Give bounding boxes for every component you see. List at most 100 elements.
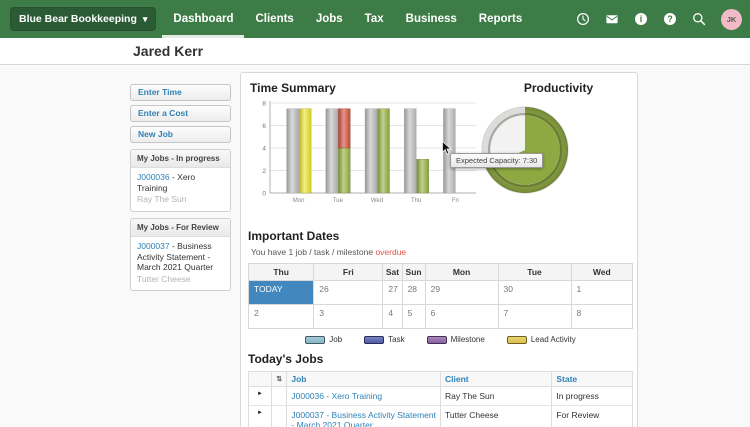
calendar-date-cell[interactable]: 6 — [424, 304, 499, 329]
table-row: ► J000037 - Business Activity Statement -… — [247, 405, 633, 427]
column-header-client[interactable]: Client — [439, 371, 553, 387]
app-root: Blue Bear Bookkeeping ▾ Dashboard Clients… — [0, 0, 750, 427]
overdue-highlight: overdue — [375, 247, 407, 257]
help-icon[interactable]: ? — [663, 12, 677, 26]
job-swatch-icon — [305, 335, 326, 344]
calendar-table[interactable]: Thu Fri Sat Sun Mon Tue Wed TODAY 26 27 28 29 30 1 2 3 4… — [247, 263, 633, 329]
calendar-date-cell[interactable]: 8 — [570, 304, 633, 329]
calendar-day-header: Sat — [382, 263, 403, 281]
mail-icon[interactable] — [605, 12, 619, 26]
svg-text:Thu: Thu — [411, 198, 421, 204]
tab-clients[interactable]: Clients — [244, 0, 304, 38]
tab-reports[interactable]: Reports — [468, 0, 533, 38]
row-expander-icon[interactable]: ► — [247, 405, 273, 427]
legend-label: Milestone — [450, 335, 485, 344]
tab-jobs[interactable]: Jobs — [305, 0, 354, 38]
panel-title: My Jobs - In progress — [131, 150, 230, 168]
enter-time-button[interactable]: Enter Time — [130, 84, 231, 101]
search-icon[interactable] — [692, 12, 706, 26]
org-selector-label: Blue Bear Bookkeeping — [19, 13, 137, 25]
chart-tooltip: Expected Capacity: 7:30 — [450, 153, 544, 168]
svg-text:4: 4 — [262, 146, 266, 153]
info-icon[interactable]: i — [634, 12, 648, 26]
sidebar-buttons: Enter Time Enter a Cost New Job — [130, 84, 231, 143]
panel-job-item[interactable]: J000037 - Business Activity Statement - … — [131, 237, 230, 291]
org-selector-dropdown[interactable]: Blue Bear Bookkeeping ▾ — [10, 7, 157, 31]
tab-tax[interactable]: Tax — [354, 0, 395, 38]
row-flag-cell — [271, 386, 288, 406]
calendar-day-header: Sun — [401, 263, 426, 281]
user-avatar[interactable]: JK — [721, 8, 742, 30]
calendar-date-cell[interactable]: 1 — [570, 280, 633, 305]
legend-label: Lead Activity — [530, 335, 576, 344]
job-code-link[interactable]: J000037 — [137, 241, 170, 251]
svg-text:2: 2 — [262, 168, 266, 175]
svg-text:6: 6 — [262, 123, 266, 130]
column-header-job[interactable]: Job — [286, 371, 441, 387]
enter-a-cost-button[interactable]: Enter a Cost — [130, 105, 231, 122]
svg-text:Tue: Tue — [333, 198, 344, 204]
calendar-date-cell[interactable]: 30 — [497, 280, 572, 305]
legend-label: Task — [388, 335, 405, 344]
overdue-notice: You have 1 job / task / milestone overdu… — [251, 247, 630, 257]
calendar-day-header: Fri — [313, 263, 384, 281]
charts-row: Time Summary 0 2 4 6 8 Mon Tue Wed Thu Fri Produc… — [248, 79, 630, 225]
legend-item-lead-activity: Lead Activity — [506, 335, 576, 344]
productivity-block: Productivity — [473, 81, 644, 212]
legend-item-milestone: Milestone — [426, 335, 485, 344]
calendar-legend: Job Task Milestone Lead Activity — [248, 335, 633, 344]
calendar-date-cell[interactable]: 5 — [401, 304, 426, 329]
calendar-date-cell[interactable]: 28 — [401, 280, 426, 305]
chevron-down-icon: ▾ — [142, 13, 148, 24]
row-expander-icon[interactable]: ► — [247, 386, 273, 406]
job-link[interactable]: J000036 - Xero Training — [291, 391, 382, 401]
clock-icon[interactable] — [576, 12, 590, 26]
panel-my-jobs-for-review: My Jobs - For Review J000037 - Business A… — [130, 217, 231, 292]
calendar-today-cell[interactable]: TODAY — [247, 280, 315, 305]
milestone-swatch-icon — [426, 335, 447, 344]
tab-dashboard[interactable]: Dashboard — [162, 0, 245, 38]
calendar-date-cell[interactable]: 2 — [247, 304, 315, 329]
dashboard-card: Time Summary 0 2 4 6 8 Mon Tue Wed Thu Fri Produc… — [240, 72, 638, 427]
column-header-state[interactable]: State — [551, 371, 633, 387]
todays-jobs-table: ⇅ Job Client State ► J000036 - Xero Training R… — [247, 371, 633, 427]
sidebar: Enter Time Enter a Cost New Job My Jobs - … — [130, 84, 231, 292]
nav-right-icons: i ? JK — [576, 0, 750, 38]
overdue-notice-text: You have 1 job / task / milestone — [251, 247, 376, 257]
top-nav: Blue Bear Bookkeeping ▾ Dashboard Clients… — [0, 0, 750, 38]
tab-business[interactable]: Business — [395, 0, 468, 38]
page-title: Jared Kerr — [133, 43, 204, 59]
panel-job-item[interactable]: J000036 - Xero Training Ray The Sun — [131, 168, 230, 211]
calendar-date-cell[interactable]: 27 — [382, 280, 403, 305]
svg-text:i: i — [640, 14, 643, 24]
expander-column-header — [247, 371, 273, 387]
job-client: Ray The Sun — [137, 194, 187, 205]
state-cell: In progress — [551, 386, 633, 406]
calendar-date-cell[interactable]: 29 — [424, 280, 499, 305]
time-summary-title: Time Summary — [250, 81, 336, 95]
legend-item-job: Job — [305, 335, 342, 344]
client-cell: Ray The Sun — [439, 386, 553, 406]
sort-icon[interactable]: ⇅ — [271, 371, 288, 387]
svg-text:?: ? — [667, 14, 673, 24]
table-row: ► J000036 - Xero Training Ray The Sun In pr… — [247, 386, 633, 406]
calendar-date-cell[interactable]: 26 — [313, 280, 384, 305]
calendar-date-cell[interactable]: 4 — [382, 304, 403, 329]
svg-text:Wed: Wed — [371, 198, 383, 204]
title-band: Jared Kerr — [0, 38, 750, 65]
row-flag-cell — [271, 405, 288, 427]
calendar-day-header: Tue — [497, 263, 572, 281]
calendar-day-header: Wed — [570, 263, 633, 281]
calendar-date-cell[interactable]: 7 — [497, 304, 572, 329]
panel-title: My Jobs - For Review — [131, 218, 230, 237]
mouse-cursor-icon — [442, 140, 452, 160]
task-swatch-icon — [364, 335, 385, 344]
job-code-link[interactable]: J000036 — [137, 172, 170, 182]
job-link[interactable]: J000037 - Business Activity Statement - … — [291, 410, 436, 427]
calendar-day-header: Mon — [424, 263, 499, 281]
calendar-date-cell[interactable]: 3 — [313, 304, 384, 329]
new-job-button[interactable]: New Job — [130, 126, 231, 143]
legend-item-task: Task — [364, 335, 405, 344]
lead-activity-swatch-icon — [506, 335, 527, 344]
state-cell: For Review — [551, 405, 633, 427]
